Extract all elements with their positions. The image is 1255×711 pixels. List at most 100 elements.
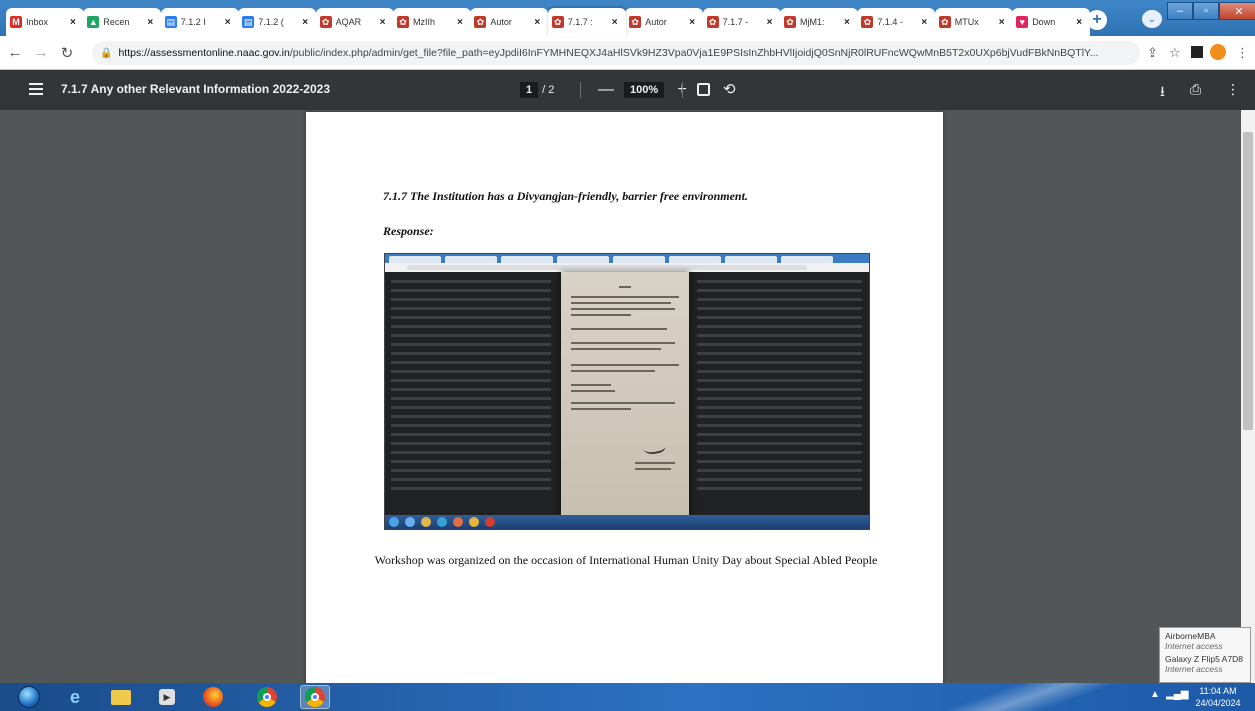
maximize-button[interactable]: ▫	[1193, 2, 1219, 20]
naac-icon: ✿	[861, 16, 874, 28]
back-arrow-icon[interactable]: ←	[4, 42, 26, 64]
browser-tab[interactable]: ▤ 7.1.2 I ×	[160, 8, 239, 36]
new-tab-button[interactable]: +	[1087, 10, 1107, 30]
tab-label: MTUx	[954, 17, 979, 27]
gmail-icon: M	[10, 16, 22, 28]
tab-search-chevron-icon[interactable]: ⌄	[1142, 10, 1162, 28]
reload-icon[interactable]: ↻	[56, 42, 78, 64]
firefox-icon[interactable]	[198, 685, 228, 709]
close-tab-icon[interactable]: ×	[767, 17, 777, 28]
media-player-icon[interactable]: ▶	[152, 685, 182, 709]
minimize-button[interactable]: –	[1167, 2, 1193, 20]
internet-explorer-icon[interactable]: e	[60, 685, 90, 709]
share-icon[interactable]: ⇪	[1147, 45, 1158, 61]
toolbar-divider	[580, 82, 581, 98]
browser-tab[interactable]: ✿ 7.1.7 - ×	[702, 8, 781, 36]
close-tab-icon[interactable]: ×	[612, 17, 622, 28]
network-name: AirborneMBA	[1165, 631, 1216, 641]
tab-label: AQAR	[335, 17, 362, 27]
toolbar-divider	[682, 82, 683, 98]
network-item[interactable]: AirborneMBA Internet access	[1165, 631, 1245, 651]
sheets-icon: ▤	[242, 16, 255, 28]
system-clock[interactable]: 11:04 AM 24/04/2024	[1188, 685, 1248, 709]
download-site-icon: ♥	[1016, 16, 1029, 28]
naac-icon: ✿	[474, 16, 487, 28]
download-icon[interactable]: ⭳	[1160, 81, 1165, 105]
forward-arrow-icon[interactable]: →	[30, 42, 52, 64]
browser-tab[interactable]: ✿ MTUx ×	[934, 8, 1013, 36]
close-tab-icon[interactable]: ×	[225, 17, 235, 28]
wifi-signal-icon[interactable]: ▂▄▆	[1166, 689, 1188, 700]
network-status: Internet access	[1165, 641, 1223, 651]
bookmark-star-icon[interactable]: ☆	[1169, 45, 1181, 61]
browser-tab[interactable]: ✿ AQAR ×	[315, 8, 394, 36]
print-icon[interactable]: ⎙	[1190, 81, 1201, 98]
file-explorer-icon[interactable]	[106, 685, 136, 709]
tab-label: Autor	[645, 17, 667, 27]
close-tab-icon[interactable]: ×	[70, 17, 80, 28]
tab-label: Down	[1032, 17, 1056, 27]
url-input[interactable]: 🔒 https://assessmentonline.naac.gov.in/p…	[92, 41, 1140, 65]
browser-tab[interactable]: ✿ Autor ×	[625, 8, 704, 36]
close-tab-icon[interactable]: ×	[147, 17, 157, 28]
close-tab-icon[interactable]: ×	[999, 17, 1009, 28]
tab-label: 7.1.7 :	[567, 17, 593, 27]
close-tab-icon[interactable]: ×	[457, 17, 467, 28]
browser-tab[interactable]: ✿ MjM1: ×	[780, 8, 858, 36]
start-button[interactable]	[14, 685, 44, 709]
zoom-level-input[interactable]: 100%	[624, 82, 665, 98]
sheets-icon: ▤	[164, 16, 177, 28]
vertical-scrollbar[interactable]	[1241, 110, 1255, 683]
tab-label: MjM1:	[800, 17, 825, 27]
naac-icon: ✿	[938, 16, 951, 28]
naac-icon: ✿	[551, 16, 564, 28]
pdf-toolbar: 7.1.7 Any other Relevant Information 202…	[0, 70, 1255, 110]
tab-label: Inbox	[26, 17, 49, 27]
hamburger-menu-icon[interactable]	[29, 83, 43, 95]
browser-tab[interactable]: ▲ Recen ×	[83, 8, 162, 36]
browser-tab[interactable]: ✿ Autor ×	[470, 8, 549, 36]
naac-icon: ✿	[706, 16, 719, 28]
browser-tab[interactable]: M Inbox ×	[6, 8, 84, 36]
tab-label: Autor	[490, 17, 512, 27]
tab-label: 7.1.7 -	[722, 17, 749, 27]
scrollbar-thumb[interactable]	[1243, 132, 1253, 430]
clock-time: 11:04 AM	[1199, 686, 1237, 696]
window-controls: – ▫ ✕	[1167, 2, 1255, 22]
close-tab-icon[interactable]: ×	[534, 17, 544, 28]
close-tab-icon[interactable]: ×	[689, 17, 699, 28]
network-status: Internet access	[1165, 664, 1223, 674]
page-number-input[interactable]: 1	[520, 82, 539, 98]
more-actions-icon[interactable]: ⋮	[1226, 81, 1240, 98]
close-tab-icon[interactable]: ×	[921, 17, 931, 28]
chrome-menu-icon[interactable]: ⋮	[1236, 45, 1249, 61]
naac-icon: ✿	[397, 16, 409, 28]
tab-label: 7.1.2 I	[180, 17, 206, 27]
extension-icon[interactable]	[1191, 46, 1203, 58]
lock-icon: 🔒	[100, 47, 113, 59]
naac-icon: ✿	[784, 16, 796, 28]
show-hidden-icons-icon[interactable]: ▲	[1150, 689, 1160, 700]
pdf-page: 7.1.7 The Institution has a Divyangjan-f…	[306, 112, 943, 683]
close-tab-icon[interactable]: ×	[1076, 17, 1086, 28]
close-tab-icon[interactable]: ×	[302, 17, 312, 28]
profile-avatar[interactable]	[1210, 44, 1226, 60]
browser-tab[interactable]: ✿ MzIIh ×	[393, 8, 471, 36]
fit-page-icon[interactable]	[697, 83, 710, 96]
browser-tab[interactable]: ♥ Down ×	[1012, 8, 1091, 36]
network-item[interactable]: Galaxy Z Flip5 A7D8 Internet access	[1165, 654, 1245, 674]
chrome-active-window-icon[interactable]	[300, 685, 330, 709]
zoom-out-button[interactable]: —	[598, 81, 614, 99]
chrome-icon[interactable]	[252, 685, 282, 709]
url-host: https://assessmentonline.naac.gov.in	[118, 47, 290, 59]
rotate-icon[interactable]: ⟲	[723, 80, 736, 98]
naac-icon: ✿	[629, 16, 642, 28]
close-tab-icon[interactable]: ×	[844, 17, 854, 28]
close-window-button[interactable]: ✕	[1219, 2, 1255, 20]
browser-tab[interactable]: ▤ 7.1.2 (×	[238, 8, 317, 36]
browser-tab[interactable]: ✿ 7.1.7 : ×	[547, 8, 626, 36]
browser-tab[interactable]: ✿ 7.1.4 - ×	[857, 8, 936, 36]
close-tab-icon[interactable]: ×	[380, 17, 390, 28]
page-indicator: 1 / 2	[520, 81, 554, 99]
pdf-viewer[interactable]: 7.1.7 The Institution has a Divyangjan-f…	[0, 110, 1255, 683]
